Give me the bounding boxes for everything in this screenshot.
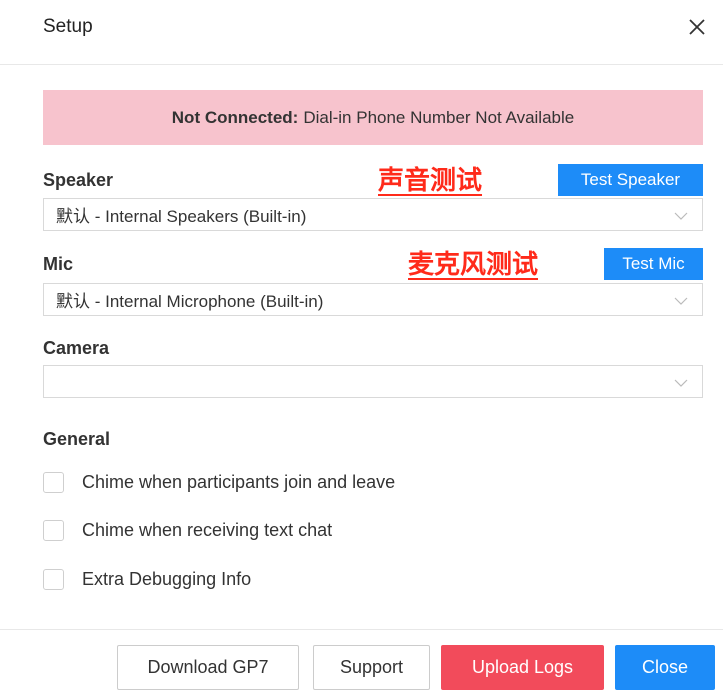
speaker-select-value: 默认 - Internal Speakers (Built-in) (56, 207, 307, 226)
camera-select[interactable] (43, 365, 703, 398)
connection-status-banner: Not Connected: Dial-in Phone Number Not … (43, 90, 703, 145)
banner-status: Not Connected: (171, 107, 299, 127)
chime-text-chat-option[interactable]: Chime when receiving text chat (43, 520, 332, 541)
chime-text-chat-checkbox[interactable] (43, 520, 64, 541)
extra-debugging-checkbox[interactable] (43, 569, 64, 590)
banner-message: Dial-in Phone Number Not Available (303, 107, 575, 127)
chevron-down-icon (674, 293, 688, 307)
extra-debugging-label: Extra Debugging Info (82, 569, 252, 589)
mic-test-annotation: 麦克风测试 (408, 250, 539, 280)
chime-join-leave-option[interactable]: Chime when participants join and leave (43, 472, 395, 493)
test-speaker-button[interactable]: Test Speaker (558, 164, 703, 196)
close-icon[interactable] (686, 14, 708, 40)
general-label: General (43, 429, 111, 449)
test-mic-button[interactable]: Test Mic (604, 248, 703, 280)
chime-join-leave-label: Chime when participants join and leave (82, 472, 396, 492)
dialog-title: Setup (43, 16, 93, 37)
mic-label: Mic (43, 254, 74, 274)
close-button[interactable]: Close (615, 645, 715, 690)
download-gp7-button[interactable]: Download GP7 (117, 645, 299, 690)
speaker-label: Speaker (43, 170, 114, 190)
mic-select[interactable]: 默认 - Internal Microphone (Built-in) (43, 283, 703, 316)
chime-text-chat-label: Chime when receiving text chat (82, 520, 333, 540)
dialog-header: Setup (0, 0, 723, 65)
speaker-test-annotation: 声音测试 (378, 166, 483, 196)
chime-join-leave-checkbox[interactable] (43, 472, 64, 493)
chevron-down-icon (674, 375, 688, 389)
chevron-down-icon (674, 208, 688, 222)
footer-divider (0, 629, 723, 630)
mic-select-value: 默认 - Internal Microphone (Built-in) (56, 292, 324, 311)
upload-logs-button[interactable]: Upload Logs (441, 645, 604, 690)
extra-debugging-option[interactable]: Extra Debugging Info (43, 569, 251, 590)
camera-label: Camera (43, 338, 110, 358)
speaker-select[interactable]: 默认 - Internal Speakers (Built-in) (43, 198, 703, 231)
support-button[interactable]: Support (313, 645, 430, 690)
